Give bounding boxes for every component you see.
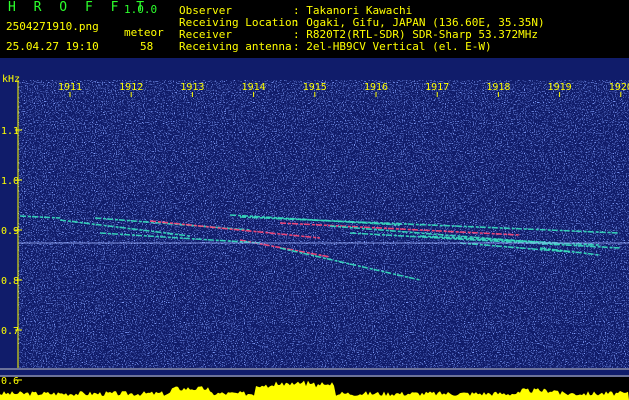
time-tick-label: 1912 xyxy=(119,82,143,93)
freq-tick-label: 0.7 xyxy=(1,326,19,337)
antenna-value: : 2el-HB9CV Vertical (el. E-W) xyxy=(293,40,492,53)
time-tick-label: 1918 xyxy=(486,82,510,93)
time-tick-label: 1914 xyxy=(242,82,266,93)
datetime-label: 25.04.27 19:10 xyxy=(6,40,99,53)
time-tick-label: 1917 xyxy=(425,82,449,93)
antenna-label: Receiving antenna xyxy=(179,40,292,53)
time-tick-label: 1920 xyxy=(609,82,629,93)
unit-label: kHz xyxy=(2,74,21,85)
time-tick-label: 1916 xyxy=(364,82,388,93)
app-version: 1.0.0 xyxy=(124,3,158,16)
freq-tick-label: 1.0 xyxy=(1,176,19,187)
freq-tick-label: 0.9 xyxy=(1,226,19,237)
noise-field xyxy=(18,80,629,368)
time-tick-label: 1913 xyxy=(180,82,204,93)
freq-tick-label: 1.1 xyxy=(1,126,19,137)
freq-tick-label: 0.8 xyxy=(1,276,19,287)
meteor-count: 58 xyxy=(140,40,154,53)
header-panel: H R O F F T 1.0.0 2504271910.png 25.04.2… xyxy=(0,0,629,58)
time-tick-label: 1911 xyxy=(58,82,82,93)
time-tick-label: 1919 xyxy=(548,82,572,93)
time-tick-label: 1915 xyxy=(303,82,327,93)
freq-tick-label: 0.6 xyxy=(1,376,19,387)
file-name: 2504271910.png xyxy=(6,20,99,33)
spectrogram: 1.1 1.0 0.9 0.8 0.7 0.6 1911 1912 1913 1914 1915 1… xyxy=(0,58,629,400)
meteor-label: meteor xyxy=(124,26,164,39)
